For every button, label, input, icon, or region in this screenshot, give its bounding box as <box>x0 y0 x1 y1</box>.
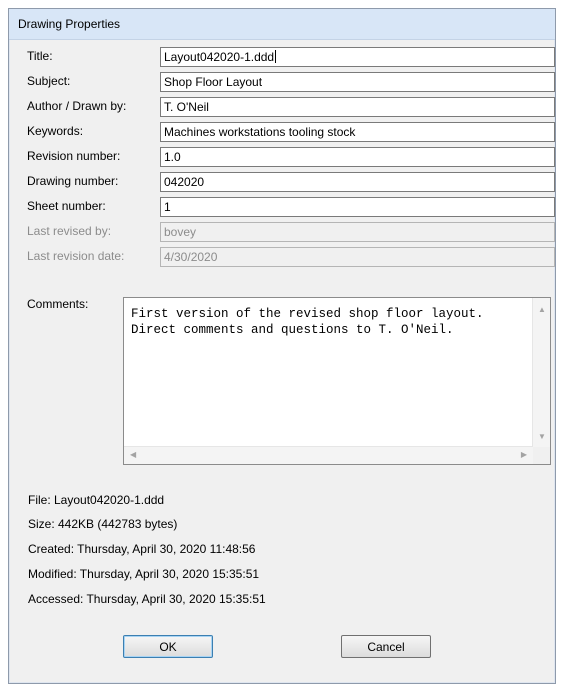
created-info: Created: Thursday, April 30, 2020 11:48:… <box>28 542 256 556</box>
revision-number-label: Revision number: <box>27 149 121 163</box>
scroll-right-icon[interactable]: ▶ <box>521 451 527 459</box>
last-revised-by-label: Last revised by: <box>27 224 112 238</box>
comments-textarea[interactable]: First version of the revised shop floor … <box>123 297 551 465</box>
author-label: Author / Drawn by: <box>27 99 127 113</box>
title-field-value: Layout042020-1.ddd <box>164 50 275 64</box>
last-revised-by-field: bovey <box>160 222 555 242</box>
revision-number-field[interactable]: 1.0 <box>160 147 555 167</box>
subject-label: Subject: <box>27 74 71 88</box>
last-revision-date-label: Last revision date: <box>27 249 125 263</box>
keywords-field[interactable]: Machines workstations tooling stock <box>160 122 555 142</box>
drawing-number-field[interactable]: 042020 <box>160 172 555 192</box>
sheet-number-label: Sheet number: <box>27 199 106 213</box>
title-label: Title: <box>27 49 53 63</box>
file-size-info: Size: 442KB (442783 bytes) <box>28 517 178 531</box>
subject-field[interactable]: Shop Floor Layout <box>160 72 555 92</box>
drawing-number-label: Drawing number: <box>27 174 119 188</box>
sheet-number-field[interactable]: 1 <box>160 197 555 217</box>
text-caret <box>275 50 277 63</box>
scroll-down-icon[interactable]: ▼ <box>538 433 546 441</box>
file-name-info: File: Layout042020-1.ddd <box>28 493 165 507</box>
scrollbar-corner <box>533 447 550 464</box>
title-field[interactable]: Layout042020-1.ddd <box>160 47 555 67</box>
title-bar[interactable]: Drawing Properties <box>9 9 555 40</box>
keywords-label: Keywords: <box>27 124 84 138</box>
cancel-button[interactable]: Cancel <box>341 635 431 658</box>
vertical-scrollbar[interactable]: ▲ ▼ <box>532 298 550 447</box>
scroll-up-icon[interactable]: ▲ <box>538 306 546 314</box>
accessed-info: Accessed: Thursday, April 30, 2020 15:35… <box>28 592 266 606</box>
modified-info: Modified: Thursday, April 30, 2020 15:35… <box>28 567 260 581</box>
comments-text: First version of the revised shop floor … <box>131 307 484 337</box>
author-field[interactable]: T. O'Neil <box>160 97 555 117</box>
last-revision-date-field: 4/30/2020 <box>160 247 555 267</box>
drawing-properties-dialog: Drawing Properties Title: Layout042020-1… <box>8 8 556 684</box>
ok-button[interactable]: OK <box>123 635 213 658</box>
scroll-left-icon[interactable]: ◀ <box>130 451 136 459</box>
dialog-title: Drawing Properties <box>18 17 121 31</box>
comments-label: Comments: <box>27 297 89 311</box>
horizontal-scrollbar[interactable]: ◀ ▶ <box>124 446 533 464</box>
